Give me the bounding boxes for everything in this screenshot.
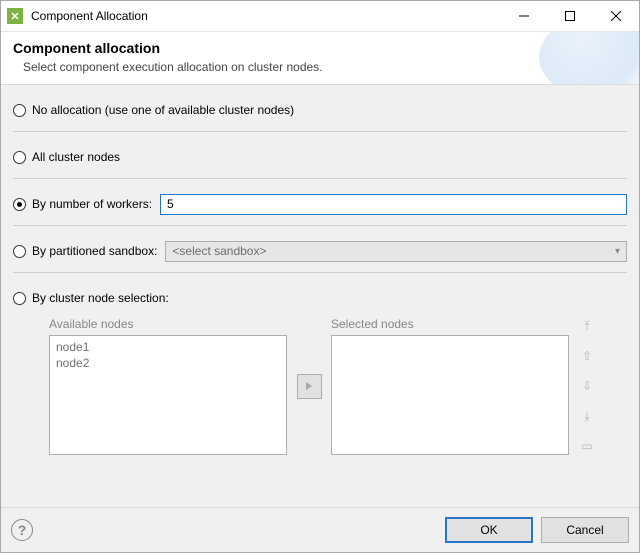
radio-icon (13, 292, 26, 305)
dialog-header: Component allocation Select component ex… (1, 32, 639, 85)
remove-icon[interactable]: ▭ (580, 439, 594, 453)
option-all-nodes[interactable]: All cluster nodes (13, 146, 627, 168)
option-by-node-selection[interactable]: By cluster node selection: (13, 287, 627, 309)
move-bottom-icon[interactable]: ⤓ (580, 409, 594, 423)
option-by-sandbox[interactable]: By partitioned sandbox: <select sandbox>… (13, 240, 627, 262)
separator (13, 178, 627, 179)
separator (13, 131, 627, 132)
available-column: Available nodes node1node2 (49, 317, 287, 455)
option-label: By number of workers: (32, 197, 152, 211)
available-listbox[interactable]: node1node2 (49, 335, 287, 455)
separator (13, 225, 627, 226)
option-no-allocation[interactable]: No allocation (use one of available clus… (13, 99, 627, 121)
dialog-window: Component Allocation Component allocatio… (0, 0, 640, 553)
titlebar: Component Allocation (1, 1, 639, 32)
ok-button[interactable]: OK (445, 517, 533, 543)
order-column: ⤒ ⇧ ⇩ ⤓ ▭ (569, 317, 599, 455)
page-title: Component allocation (13, 40, 627, 56)
move-down-icon[interactable]: ⇩ (580, 379, 594, 393)
maximize-button[interactable] (547, 1, 593, 31)
dual-list: Available nodes node1node2 Selected node… (13, 317, 627, 455)
workers-input[interactable] (160, 194, 627, 215)
radio-icon (13, 198, 26, 211)
selected-column: Selected nodes (331, 317, 569, 455)
option-label: By partitioned sandbox: (32, 244, 157, 258)
option-label: By cluster node selection: (32, 291, 169, 305)
chevron-down-icon: ▾ (615, 246, 620, 257)
selected-label: Selected nodes (331, 317, 569, 331)
move-up-icon[interactable]: ⇧ (580, 349, 594, 363)
option-label: All cluster nodes (32, 150, 120, 164)
close-button[interactable] (593, 1, 639, 31)
list-item[interactable]: node2 (56, 355, 280, 371)
list-item[interactable]: node1 (56, 339, 280, 355)
sandbox-placeholder: <select sandbox> (172, 244, 266, 258)
selected-listbox[interactable] (331, 335, 569, 455)
minimize-button[interactable] (501, 1, 547, 31)
dialog-footer: ? OK Cancel (1, 507, 639, 552)
move-right-button[interactable] (297, 374, 322, 399)
content-area: No allocation (use one of available clus… (1, 85, 639, 507)
option-label: No allocation (use one of available clus… (32, 103, 294, 117)
available-label: Available nodes (49, 317, 287, 331)
radio-icon (13, 151, 26, 164)
cancel-button[interactable]: Cancel (541, 517, 629, 543)
separator (13, 272, 627, 273)
move-top-icon[interactable]: ⤒ (580, 319, 594, 333)
radio-icon (13, 104, 26, 117)
page-subtitle: Select component execution allocation on… (13, 60, 627, 74)
transfer-column (287, 317, 331, 455)
radio-icon (13, 245, 26, 258)
sandbox-select[interactable]: <select sandbox> ▾ (165, 241, 627, 262)
option-by-workers[interactable]: By number of workers: (13, 193, 627, 215)
help-icon[interactable]: ? (11, 519, 33, 541)
window-title: Component Allocation (29, 9, 501, 23)
app-icon (7, 8, 23, 24)
